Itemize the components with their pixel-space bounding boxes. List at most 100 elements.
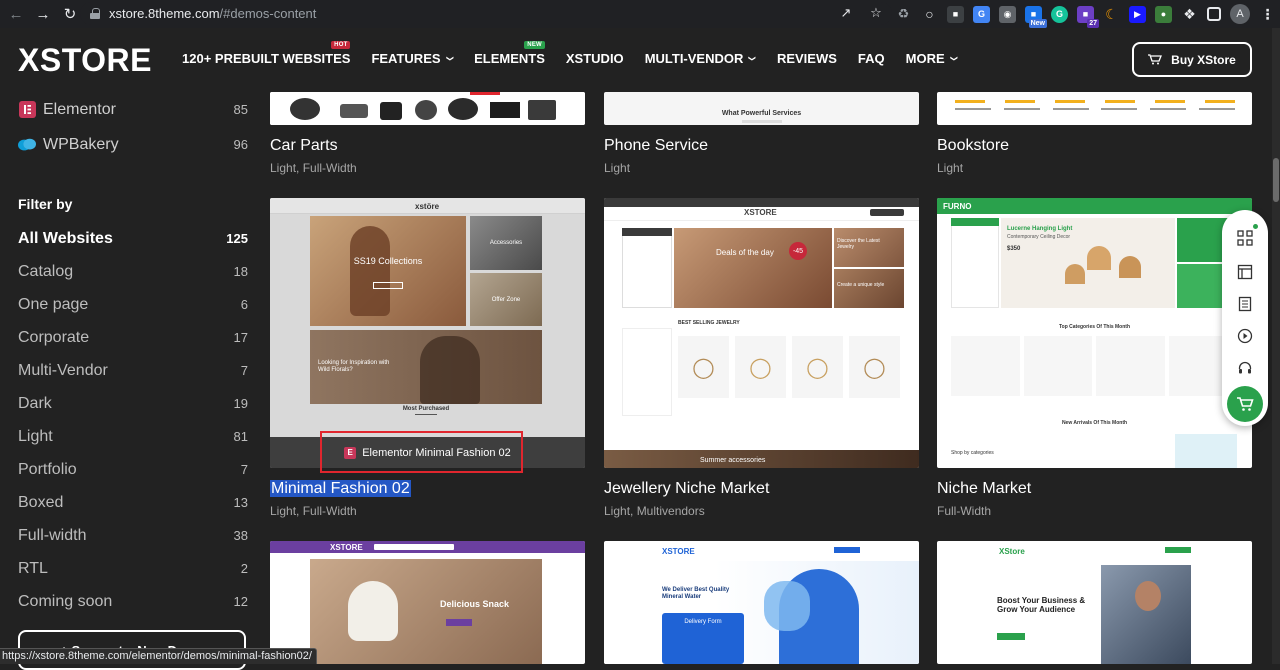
demo-thumbnail[interactable]: XSTORE We Deliver Best Quality Mineral W… [604, 541, 919, 664]
extension-recycle-icon[interactable]: ♻ [895, 6, 912, 23]
demo-thumbnail[interactable]: xstöre SS19 Collections Accessories Offe… [270, 198, 585, 468]
bookmark-star-icon[interactable]: ☆ [868, 5, 884, 21]
nav-prebuilt-websites[interactable]: 120+ PREBUILT WEBSITES HOT [182, 41, 351, 66]
filter-item-rtl[interactable]: RTL 2 [18, 552, 248, 585]
nav-faq[interactable]: FAQ [858, 51, 885, 66]
filter-count: 38 [233, 528, 248, 543]
filter-count: 81 [233, 429, 248, 444]
address-bar[interactable]: xstore.8theme.com/#demos-content [80, 2, 892, 25]
demo-title[interactable]: Car Parts [270, 137, 585, 157]
filter-item-multi-vendor[interactable]: Multi-Vendor 7 [18, 354, 248, 387]
share-icon[interactable]: ↗ [838, 5, 854, 21]
lamp-hero-title: Lucerne Hanging Light [1007, 226, 1073, 232]
demo-card-niche-market[interactable]: FURNO Lucerne Hanging Light Contemporary… [937, 198, 1252, 518]
builder-wpbakery[interactable]: WPBakery 96 [18, 127, 248, 162]
filter-item-all-websites[interactable]: All Websites 125 [18, 222, 248, 255]
category-boxes [951, 336, 1237, 396]
headset-icon[interactable] [1235, 358, 1255, 378]
filter-item-portfolio[interactable]: Portfolio 7 [18, 453, 248, 486]
demo-title[interactable]: Jewellery Niche Market [604, 480, 919, 500]
nav-xstudio[interactable]: XSTUDIO [566, 51, 624, 66]
browser-toolbar: ← → ↻ xstore.8theme.com/#demos-content ↗… [0, 0, 1280, 28]
thumb-logo: XStore [999, 547, 1025, 556]
reload-icon[interactable]: ↻ [59, 3, 81, 25]
hero-button [373, 282, 403, 289]
floating-cart-button[interactable] [1227, 386, 1263, 422]
thumb-category-menu [622, 228, 672, 308]
hero-text: SS19 Collections [353, 256, 423, 266]
side-panel-icon[interactable] [1207, 7, 1221, 21]
grid-icon[interactable] [1235, 228, 1255, 248]
filter-item-dark[interactable]: Dark 19 [18, 387, 248, 420]
filter-item-boxed[interactable]: Boxed 13 [18, 486, 248, 519]
demo-thumbnail[interactable]: XSTORE Deals of the day -45 Discover the… [604, 198, 919, 468]
demo-title[interactable]: Niche Market [937, 480, 1252, 500]
scrollbar-thumb[interactable] [1273, 158, 1279, 202]
demo-thumbnail[interactable]: XSTORE Delicious Snack [270, 541, 585, 664]
demo-title[interactable]: Minimal Fashion 02 [270, 480, 585, 500]
demo-title[interactable]: Phone Service [604, 137, 919, 157]
demo-title[interactable]: Bookstore [937, 137, 1252, 157]
layout-icon[interactable] [1235, 262, 1255, 282]
thumb-logo: XSTORE [744, 208, 777, 217]
extension-counter-icon[interactable]: ■ 27 [1077, 5, 1099, 28]
sale-ribbon [470, 92, 500, 95]
demo-card-bookstore[interactable]: Bookstore Light [937, 92, 1252, 175]
part-image [490, 102, 520, 118]
demo-card-pet-shop[interactable]: XSTORE Delicious Snack [270, 541, 585, 664]
extension-record-icon[interactable]: ▶ [1129, 5, 1146, 23]
filter-item-one-page[interactable]: One page 6 [18, 288, 248, 321]
filter-label: Coming soon [18, 592, 113, 610]
tire-image [290, 98, 320, 120]
demo-card-car-parts[interactable]: Car Parts Light, Full-Width [270, 92, 585, 175]
buy-xstore-button[interactable]: Buy XStore [1132, 42, 1252, 77]
extension-puzzle-app-icon[interactable]: ● [1155, 5, 1172, 23]
extension-chat-icon[interactable]: ■ [947, 5, 964, 23]
demo-card-mineral-water[interactable]: XSTORE We Deliver Best Quality Mineral W… [604, 541, 919, 664]
site-logo[interactable]: XSTORE [18, 42, 152, 79]
demo-card-jewellery-niche-market[interactable]: XSTORE Deals of the day -45 Discover the… [604, 198, 919, 518]
hero-text: Boost Your Business & Grow Your Audience [997, 596, 1086, 614]
play-icon[interactable] [1235, 326, 1255, 346]
nav-features[interactable]: FEATURES ❯ [371, 51, 453, 66]
thumb-topbar [604, 198, 919, 207]
demo-thumbnail[interactable]: What Powerful Services [604, 92, 919, 125]
filter-item-catalog[interactable]: Catalog 18 [18, 255, 248, 288]
forward-icon[interactable]: → [32, 3, 54, 25]
hero-text: We Deliver Best Quality Mineral Water [662, 587, 730, 600]
extension-grammarly-icon[interactable]: G [1051, 5, 1068, 23]
extension-new-icon[interactable]: ■ New [1025, 5, 1047, 28]
demo-thumbnail[interactable]: FURNO Lucerne Hanging Light Contemporary… [937, 198, 1252, 468]
nav-more[interactable]: MORE ❯ [906, 51, 958, 66]
filter-item-light[interactable]: Light 81 [18, 420, 248, 453]
demo-thumbnail[interactable]: XStore Boost Your Business & Grow Your A… [937, 541, 1252, 664]
extension-translate-icon[interactable]: G [973, 5, 990, 23]
page-scrollbar[interactable] [1272, 28, 1280, 664]
demo-card-phone-service[interactable]: What Powerful Services Phone Service Lig… [604, 92, 919, 175]
profile-avatar[interactable]: A [1230, 4, 1250, 24]
most-purchased-heading: Most Purchased [402, 406, 450, 412]
extension-camera-icon[interactable]: ◉ [999, 5, 1016, 23]
hero-text: Delicious Snack [440, 599, 510, 609]
earring-product: ◯ [849, 336, 900, 398]
demo-thumbnail[interactable] [270, 92, 585, 125]
demo-card-business[interactable]: XStore Boost Your Business & Grow Your A… [937, 541, 1252, 664]
nav-elements[interactable]: ELEMENTS NEW [474, 41, 545, 66]
extension-new-badge: New [1028, 18, 1047, 28]
extensions-puzzle-icon[interactable]: ❖ [1181, 6, 1198, 23]
filter-item-corporate[interactable]: Corporate 17 [18, 321, 248, 354]
demo-thumbnail[interactable] [937, 92, 1252, 125]
extension-moon-icon[interactable]: ☾ [1103, 6, 1120, 23]
document-icon[interactable] [1235, 294, 1255, 314]
back-icon[interactable]: ← [5, 3, 27, 25]
nav-reviews[interactable]: REVIEWS [777, 51, 837, 66]
extension-counter-badge: 27 [1087, 18, 1099, 28]
filter-item-coming-soon[interactable]: Coming soon 12 [18, 585, 248, 618]
filter-item-full-width[interactable]: Full-width 38 [18, 519, 248, 552]
demo-tags: Light, Full-Width [270, 504, 357, 518]
nav-multi-vendor[interactable]: MULTI-VENDOR ❯ [645, 51, 757, 66]
browser-menu-icon[interactable]: ⋮ [1259, 6, 1276, 23]
extension-globe-icon[interactable]: ○ [921, 6, 938, 23]
builder-elementor[interactable]: Elementor 85 [18, 92, 248, 127]
annotation-highlight-box [320, 431, 523, 473]
